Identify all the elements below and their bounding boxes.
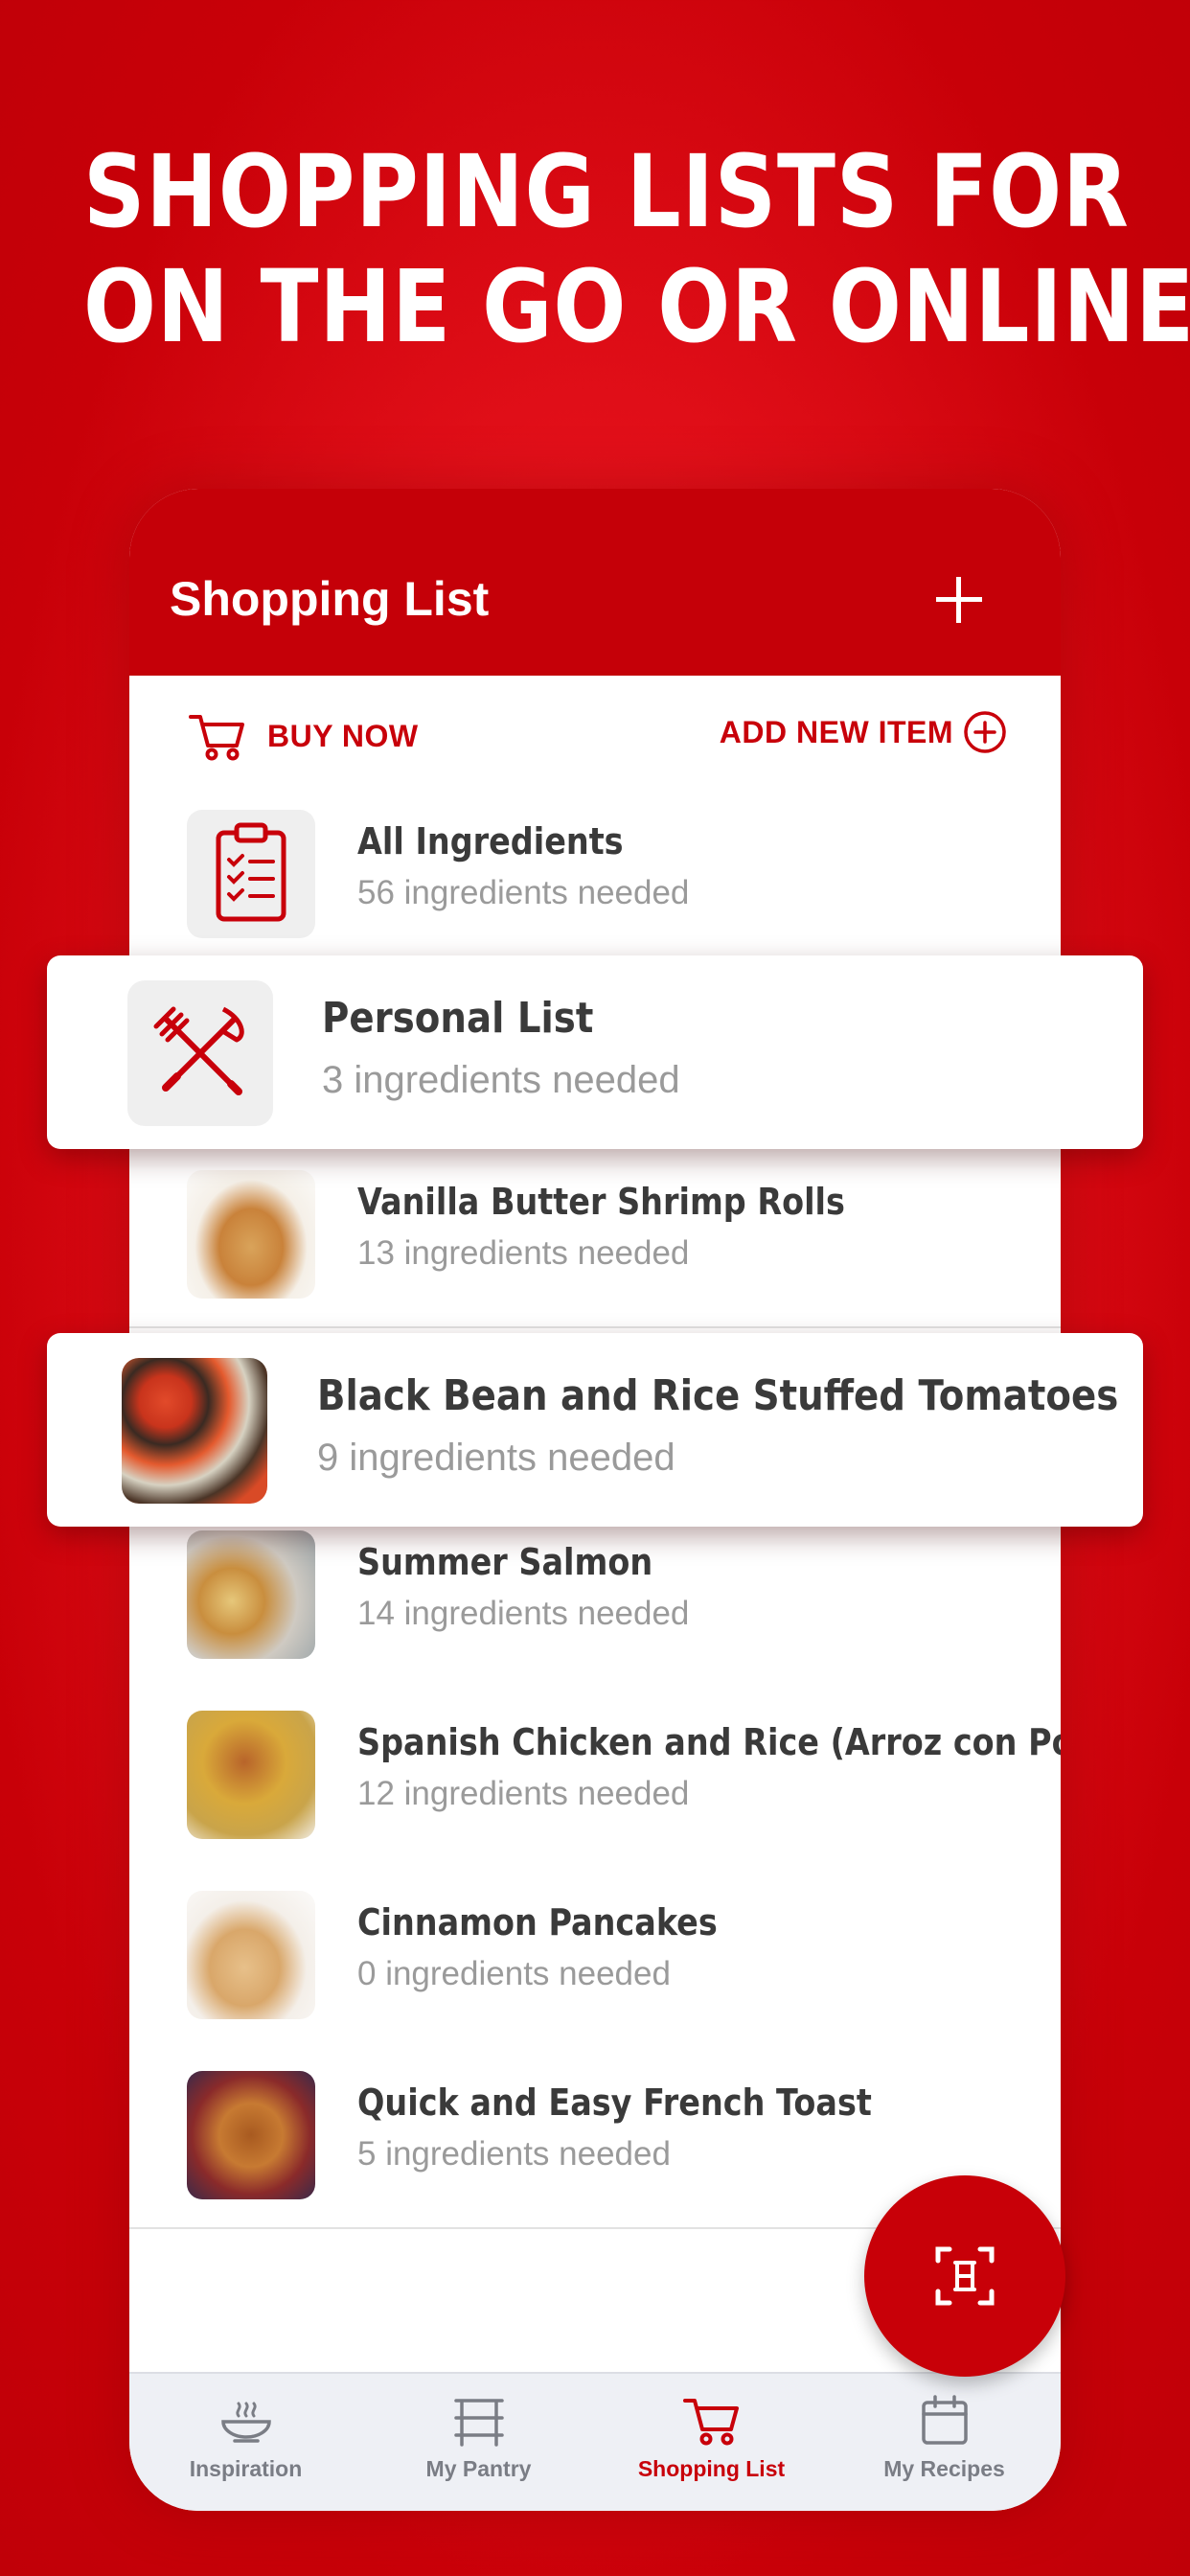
list-item-spanish-chicken-and-rice[interactable]: Spanish Chicken and Rice (Arroz con Poll… bbox=[129, 1687, 1061, 1869]
list-item-count: 14 ingredients needed bbox=[357, 1595, 690, 1632]
marketing-headline: SHOPPING LISTS FOR ON THE GO OR ONLINE bbox=[82, 133, 1190, 365]
list-item-title: Personal List bbox=[322, 994, 594, 1043]
buy-now-label: BUY NOW bbox=[267, 718, 419, 753]
list-item-title: Summer Salmon bbox=[357, 1541, 653, 1583]
list-item-black-bean-and-rice-stuffed-tomatoes[interactable]: Black Bean and Rice Stuffed Tomatoes 9 i… bbox=[47, 1333, 1143, 1527]
tab-my-recipes[interactable]: My Recipes bbox=[828, 2393, 1061, 2482]
list-item-summer-salmon[interactable]: Summer Salmon 14 ingredients needed bbox=[129, 1506, 1061, 1689]
app-header: Shopping List bbox=[129, 489, 1061, 676]
recipe-thumbnail bbox=[187, 1170, 315, 1299]
list-item-title: Spanish Chicken and Rice (Arroz con Poll… bbox=[357, 1721, 1061, 1763]
calendar-icon bbox=[921, 2395, 968, 2445]
list-item-count: 5 ingredients needed bbox=[357, 2135, 671, 2173]
plus-circle-icon bbox=[964, 711, 1006, 753]
list-item-personal-list[interactable]: Personal List 3 ingredients needed bbox=[47, 955, 1143, 1149]
tab-label: My Recipes bbox=[883, 2456, 1005, 2481]
list-item-vanilla-butter-shrimp-rolls[interactable]: Vanilla Butter Shrimp Rolls 13 ingredien… bbox=[129, 1146, 1061, 1328]
list-item-title: All Ingredients bbox=[357, 820, 624, 862]
list-item-count: 13 ingredients needed bbox=[357, 1234, 690, 1272]
add-new-item-button[interactable]: ADD NEW ITEM bbox=[720, 708, 1007, 756]
list-item-count: 12 ingredients needed bbox=[357, 1775, 690, 1812]
list-item-cinnamon-pancakes[interactable]: Cinnamon Pancakes 0 ingredients needed bbox=[129, 1867, 1061, 2049]
fork-knife-icon bbox=[153, 1006, 244, 1095]
list-item-title: Black Bean and Rice Stuffed Tomatoes bbox=[317, 1371, 1119, 1420]
clipboard-icon bbox=[216, 822, 286, 922]
list-item-count: 56 ingredients needed bbox=[357, 874, 690, 911]
add-list-plus-icon[interactable] bbox=[936, 577, 982, 623]
page-title: Shopping List bbox=[170, 572, 490, 626]
cart-icon bbox=[682, 2399, 739, 2446]
list-item-title: Vanilla Butter Shrimp Rolls bbox=[357, 1181, 845, 1223]
bowl-icon bbox=[220, 2402, 271, 2443]
list-item-count: 3 ingredients needed bbox=[322, 1059, 680, 1101]
list-item-all-ingredients[interactable]: All Ingredients 56 ingredients needed bbox=[129, 786, 1061, 968]
list-item-title: Quick and Easy French Toast bbox=[357, 2082, 872, 2124]
clipboard-thumbnail bbox=[187, 810, 315, 938]
recipe-thumbnail bbox=[122, 1358, 267, 1504]
list-item-title: Cinnamon Pancakes bbox=[357, 1901, 718, 1944]
tab-my-pantry[interactable]: My Pantry bbox=[362, 2393, 595, 2482]
tab-label: Inspiration bbox=[189, 2456, 303, 2481]
list-item-count: 0 ingredients needed bbox=[357, 1955, 671, 1992]
recipe-thumbnail bbox=[187, 2071, 315, 2199]
recipe-thumbnail bbox=[187, 1711, 315, 1839]
shelf-icon bbox=[453, 2399, 504, 2447]
recipe-thumbnail bbox=[187, 1891, 315, 2019]
scan-barcode-button[interactable] bbox=[864, 2175, 1065, 2377]
tab-label: My Pantry bbox=[425, 2456, 532, 2481]
list-item-count: 9 ingredients needed bbox=[317, 1437, 675, 1479]
tab-shopping-list[interactable]: Shopping List bbox=[595, 2393, 828, 2482]
buy-now-button[interactable]: BUY NOW bbox=[189, 709, 419, 763]
headline-line-1: SHOPPING LISTS FOR bbox=[82, 133, 1130, 250]
headline-line-2: ON THE GO OR ONLINE bbox=[82, 248, 1190, 365]
cart-icon bbox=[189, 715, 244, 761]
recipe-thumbnail bbox=[187, 1530, 315, 1659]
bottom-tab-bar: Inspiration My Pantry Shopping List My R… bbox=[129, 2372, 1061, 2511]
tab-label: Shopping List bbox=[637, 2456, 786, 2481]
personal-list-thumbnail bbox=[127, 980, 273, 1126]
tab-inspiration[interactable]: Inspiration bbox=[129, 2393, 362, 2482]
scan-icon bbox=[935, 2246, 995, 2306]
action-bar: BUY NOW ADD NEW ITEM bbox=[129, 676, 1061, 786]
add-new-item-label: ADD NEW ITEM bbox=[719, 714, 953, 749]
